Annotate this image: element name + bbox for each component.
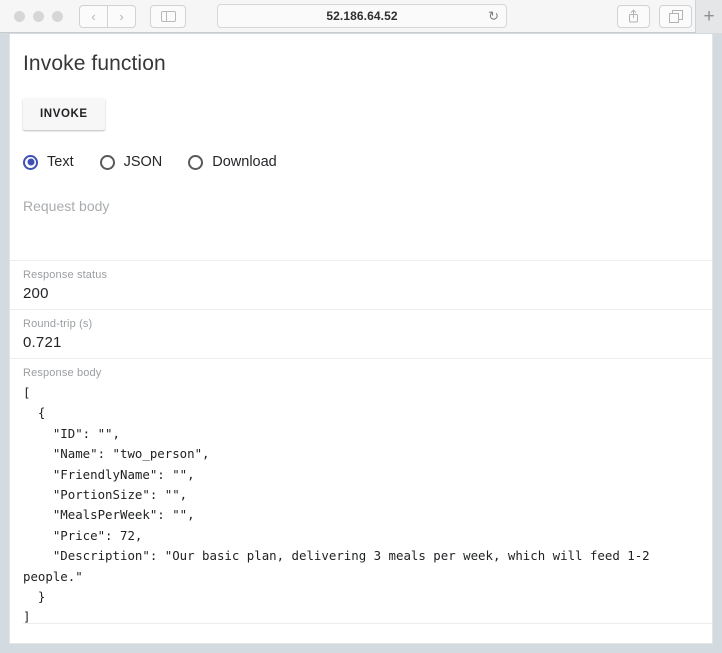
new-tab-button[interactable]: +: [695, 0, 722, 33]
page-viewport: Invoke function INVOKE Text JSON Downloa…: [9, 34, 713, 644]
maximize-button[interactable]: [52, 10, 63, 22]
browser-toolbar: ‹ › 52.186.64.52 ↻ +: [0, 0, 722, 33]
radio-unselected-icon: [188, 154, 204, 170]
address-bar[interactable]: 52.186.64.52 ↻: [217, 4, 507, 28]
radio-option-download[interactable]: Download: [188, 154, 277, 170]
close-button[interactable]: [14, 10, 25, 22]
reload-icon[interactable]: ↻: [488, 10, 499, 23]
chevron-left-icon: ‹: [91, 8, 96, 24]
round-trip-value: 0.721: [23, 334, 62, 351]
invoke-button[interactable]: INVOKE: [23, 98, 105, 130]
tab-overview-button[interactable]: [659, 4, 692, 28]
chevron-right-icon: ›: [119, 8, 124, 24]
minimize-button[interactable]: [33, 10, 44, 22]
round-trip-field: Round-trip (s) 0.721: [23, 310, 712, 358]
output-mode-radio-group: Text JSON Download: [23, 154, 712, 170]
response-status-field: Response status 200: [23, 261, 712, 309]
radio-option-text[interactable]: Text: [23, 154, 74, 170]
radio-label-text: Text: [47, 154, 74, 170]
plus-icon: +: [703, 5, 715, 27]
tab-overview-icon: [668, 9, 683, 23]
forward-button[interactable]: ›: [107, 4, 136, 28]
sidebar-toggle-button[interactable]: [150, 4, 186, 28]
browser-window: ‹ › 52.186.64.52 ↻ + Invoke function INV…: [0, 0, 722, 653]
radio-label-download: Download: [212, 154, 277, 170]
invoke-function-page: Invoke function INVOKE Text JSON Downloa…: [10, 52, 712, 643]
navigation-buttons: ‹ ›: [79, 4, 136, 28]
radio-label-json: JSON: [123, 154, 163, 170]
share-icon: [629, 9, 638, 23]
response-body-label: Response body: [23, 367, 102, 379]
radio-option-json[interactable]: JSON: [99, 154, 163, 170]
share-button[interactable]: [617, 4, 650, 28]
response-body-text: [ { "ID": "", "Name": "two_person", "Fri…: [23, 385, 650, 625]
response-status-value: 200: [23, 285, 49, 302]
page-title: Invoke function: [23, 52, 166, 75]
sidebar-icon: [160, 10, 176, 22]
radio-selected-icon: [23, 154, 38, 170]
round-trip-label: Round-trip (s): [23, 318, 93, 330]
back-button[interactable]: ‹: [79, 4, 107, 28]
radio-unselected-icon: [99, 154, 115, 170]
toolbar-actions: [617, 4, 692, 28]
divider-response-body: [23, 623, 712, 624]
response-status-label: Response status: [23, 269, 108, 281]
window-controls: [0, 10, 63, 22]
request-body-input[interactable]: Request body: [23, 198, 712, 260]
url-text: 52.186.64.52: [326, 9, 398, 23]
